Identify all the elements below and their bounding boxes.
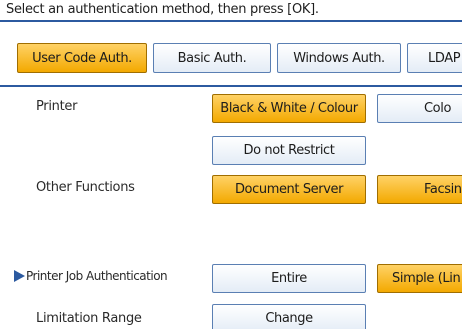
printer-option-do-not-restrict-label: Do not Restrict <box>243 143 335 158</box>
authentication-settings-screen: Select an authentication method, then pr… <box>0 0 462 329</box>
tab-user-code-auth-label: User Code Auth. <box>32 50 132 66</box>
printer-job-auth-entire[interactable]: Entire <box>212 264 366 293</box>
other-functions-document-server-label: Document Server <box>234 182 344 197</box>
printer-job-auth-row-label: Printer Job Authentication <box>14 269 168 283</box>
other-functions-facsimile[interactable]: Facsin <box>377 175 462 204</box>
header-divider <box>0 20 462 22</box>
current-item-marker-icon <box>14 270 25 282</box>
other-functions-facsimile-label: Facsin <box>424 182 462 197</box>
limitation-range-change-button[interactable]: Change <box>212 304 366 329</box>
other-functions-label: Other Functions <box>36 180 135 195</box>
limitation-range-label: Limitation Range <box>36 311 142 326</box>
tab-windows-auth[interactable]: Windows Auth. <box>277 43 401 73</box>
tab-ldap-label: LDAP <box>428 50 461 66</box>
printer-job-auth-simple-label: Simple (Lin <box>392 271 461 286</box>
printer-option-colour-label: Colo <box>424 101 451 116</box>
tab-user-code-auth[interactable]: User Code Auth. <box>17 43 147 73</box>
tab-ldap[interactable]: LDAP <box>407 43 462 73</box>
limitation-range-change-label: Change <box>265 311 313 326</box>
printer-job-auth-label: Printer Job Authentication <box>26 269 168 283</box>
tab-windows-auth-label: Windows Auth. <box>293 50 385 66</box>
printer-job-auth-entire-label: Entire <box>271 271 307 286</box>
printer-option-do-not-restrict[interactable]: Do not Restrict <box>212 136 366 165</box>
instruction-text: Select an authentication method, then pr… <box>6 2 319 17</box>
printer-option-black-white-colour[interactable]: Black & White / Colour <box>212 94 366 123</box>
tab-basic-auth[interactable]: Basic Auth. <box>153 43 271 73</box>
printer-job-auth-simple[interactable]: Simple (Lin <box>377 264 462 293</box>
other-functions-document-server[interactable]: Document Server <box>212 175 366 204</box>
tabs-divider <box>0 85 462 87</box>
printer-option-black-white-colour-label: Black & White / Colour <box>220 101 358 116</box>
printer-label: Printer <box>36 99 78 114</box>
printer-option-colour[interactable]: Colo <box>377 94 462 123</box>
tab-basic-auth-label: Basic Auth. <box>177 50 247 66</box>
